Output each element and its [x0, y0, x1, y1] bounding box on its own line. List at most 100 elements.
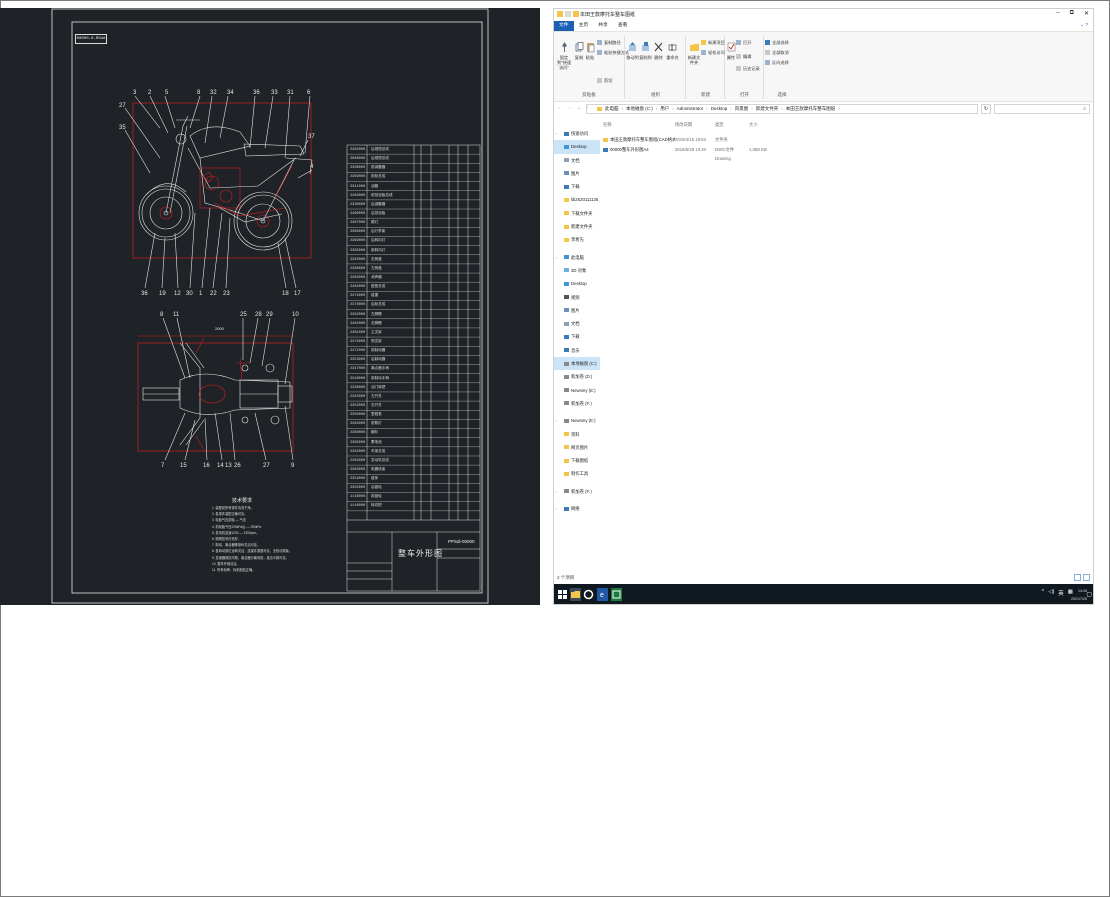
details-view-icon[interactable]: [1074, 574, 1081, 581]
breadcrumb-item[interactable]: 本地磁盘 (C:): [626, 106, 653, 111]
taskbar-app-icon[interactable]: e: [597, 588, 608, 601]
properties-button[interactable]: 属性: [726, 42, 736, 60]
windows-start-icon[interactable]: [558, 590, 567, 599]
properties-icon[interactable]: [565, 11, 571, 17]
file-row[interactable]: 本田王款摩托车整车图纸(CAD格式) 2018/4/15 19:53 文件夹: [602, 135, 1082, 144]
nav-item[interactable]: 下载图纸: [554, 454, 600, 467]
rename-button[interactable]: 重命名: [665, 42, 680, 60]
move-to-button[interactable]: 移动到: [626, 42, 639, 60]
nav-item[interactable]: 新加卷 (F:): [554, 397, 600, 410]
search-input[interactable]: ⌕: [994, 104, 1090, 114]
breadcrumb-separator-icon[interactable]: ›: [622, 106, 624, 111]
volume-icon[interactable]: ◁): [1048, 589, 1054, 597]
taskbar-explorer-icon[interactable]: [570, 588, 581, 601]
breadcrumb-separator-icon[interactable]: ›: [781, 106, 783, 111]
nav-section[interactable]: › 网络: [554, 502, 600, 515]
nav-item[interactable]: 图片: [554, 167, 600, 180]
nav-item[interactable]: Desktop: [554, 140, 600, 154]
select-none-button[interactable]: 全部取消: [765, 50, 789, 56]
breadcrumb-item[interactable]: 风景图: [735, 106, 749, 111]
notification-icon[interactable]: ▢: [1086, 591, 1092, 598]
clock[interactable]: 14:28 2021/7/26: [1071, 587, 1087, 603]
minimize-icon[interactable]: –: [1056, 10, 1059, 17]
forward-arrow-icon[interactable]: →: [567, 105, 572, 111]
expand-chevron-icon[interactable]: ›: [556, 251, 557, 264]
easy-access-button[interactable]: 轻松访问: [701, 50, 725, 56]
nav-item[interactable]: Desktop: [554, 277, 600, 290]
cut-button[interactable]: 剪切: [597, 78, 612, 84]
close-icon[interactable]: ✕: [1084, 10, 1089, 17]
vertical-scrollbar[interactable]: [1089, 127, 1092, 567]
address-bar[interactable]: 此电脑 › 本地磁盘 (C:) › 用户 › Administrator › Desktop › 风…: [586, 104, 978, 114]
breadcrumb-item[interactable]: 新建文件夹: [756, 106, 779, 111]
taskbar-browser-icon[interactable]: [583, 588, 594, 601]
nav-item[interactable]: 新建文件夹: [554, 220, 600, 233]
breadcrumb-separator-icon[interactable]: ›: [706, 106, 708, 111]
nav-section[interactable]: › 此电脑: [554, 251, 600, 264]
column-name[interactable]: 名称: [602, 122, 675, 131]
column-size[interactable]: 大小: [749, 122, 779, 131]
expand-chevron-icon[interactable]: ›: [556, 414, 557, 427]
expand-chevron-icon[interactable]: ›: [556, 127, 557, 140]
nav-section[interactable]: › Newsmy (E:): [554, 414, 600, 427]
nav-item[interactable]: 制作工具: [554, 467, 600, 480]
nav-section[interactable]: › 快速访问: [554, 127, 600, 140]
open-button[interactable]: 打开: [736, 40, 751, 46]
tab-file[interactable]: 文件: [554, 21, 574, 31]
large-icons-view-icon[interactable]: [1083, 574, 1090, 581]
recent-dropdown-icon[interactable]: ⌄: [577, 105, 581, 111]
nav-item[interactable]: 李希先: [554, 233, 600, 246]
nav-item[interactable]: lib2620111135 王玉: [554, 193, 600, 206]
back-arrow-icon[interactable]: ←: [557, 105, 562, 111]
nav-item[interactable]: 下载文件夹: [554, 207, 600, 220]
nav-item[interactable]: 下载: [554, 330, 600, 343]
file-row[interactable]: 00000整车外形图A4 2016/5/28 10:20 DWG文件 Drawing…: [602, 145, 1082, 161]
file-name-cell[interactable]: 00000整车外形图A4: [602, 145, 675, 154]
new-item-button[interactable]: 新建项目: [701, 40, 725, 46]
title-bar[interactable]: 本田王款摩托车整车图纸 – ⧉ ✕: [554, 9, 1093, 21]
column-date[interactable]: 修改日期: [675, 122, 715, 131]
select-all-button[interactable]: 全部选择: [765, 40, 789, 46]
nav-item[interactable]: 文档: [554, 154, 600, 167]
breadcrumb-separator-icon[interactable]: ›: [838, 106, 840, 111]
nav-item[interactable]: 3D 对象: [554, 264, 600, 277]
taskbar-cad-icon[interactable]: [611, 588, 622, 601]
tray-overflow-icon[interactable]: ^: [1042, 589, 1045, 597]
nav-item[interactable]: 视频: [554, 291, 600, 304]
paste-shortcut-button[interactable]: 粘贴快捷方式: [597, 50, 629, 56]
nav-item[interactable]: Newsmy (E:): [554, 384, 600, 397]
edit-button[interactable]: 编辑: [736, 54, 751, 60]
column-type[interactable]: 类型: [715, 122, 749, 131]
pin-quick-access-button[interactable]: 固定到"快速访问": [555, 42, 573, 70]
breadcrumb-item[interactable]: 本田王款摩托车整车图纸: [786, 106, 836, 111]
breadcrumb-separator-icon[interactable]: ›: [730, 106, 732, 111]
nav-item[interactable]: 音乐: [554, 344, 600, 357]
expand-chevron-icon[interactable]: ›: [556, 485, 557, 498]
invert-selection-button[interactable]: 反向选择: [765, 60, 789, 66]
tab-home[interactable]: 主页: [574, 21, 594, 31]
nav-item[interactable]: 文档: [554, 317, 600, 330]
expand-chevron-icon[interactable]: ›: [556, 502, 557, 515]
new-folder-icon[interactable]: [573, 11, 579, 17]
breadcrumb-separator-icon[interactable]: ›: [751, 106, 753, 111]
nav-section[interactable]: › 新加卷 (F:): [554, 485, 600, 498]
tab-view[interactable]: 查看: [613, 21, 633, 31]
nav-item[interactable]: 下载: [554, 180, 600, 193]
delete-button[interactable]: 删除: [652, 42, 665, 60]
nav-item[interactable]: 新加卷 (D:): [554, 370, 600, 383]
breadcrumb-item[interactable]: 用户: [660, 106, 669, 111]
copy-path-button[interactable]: 复制路径: [597, 40, 621, 46]
file-name-cell[interactable]: 本田王款摩托车整车图纸(CAD格式): [602, 135, 675, 144]
new-folder-button[interactable]: 新建文件夹: [687, 42, 701, 65]
breadcrumb-item[interactable]: Desktop: [711, 106, 728, 111]
breadcrumb-item[interactable]: 此电脑: [605, 106, 619, 111]
copy-to-button[interactable]: 复制到: [639, 42, 652, 60]
paste-button[interactable]: 粘贴: [584, 42, 596, 60]
nav-item[interactable]: 本地磁盘 (C:): [554, 357, 600, 371]
cad-drawing-canvas[interactable]: 325 8 32 34 36 33 31 6 27 35 37 4 36 19 12 30 1 22 23…: [0, 8, 540, 605]
refresh-icon[interactable]: ↻: [981, 104, 991, 114]
breadcrumb-separator-icon[interactable]: ›: [656, 106, 658, 111]
tab-share[interactable]: 共享: [593, 21, 613, 31]
history-button[interactable]: 历史记录: [736, 66, 760, 72]
nav-item[interactable]: 资料: [554, 428, 600, 441]
